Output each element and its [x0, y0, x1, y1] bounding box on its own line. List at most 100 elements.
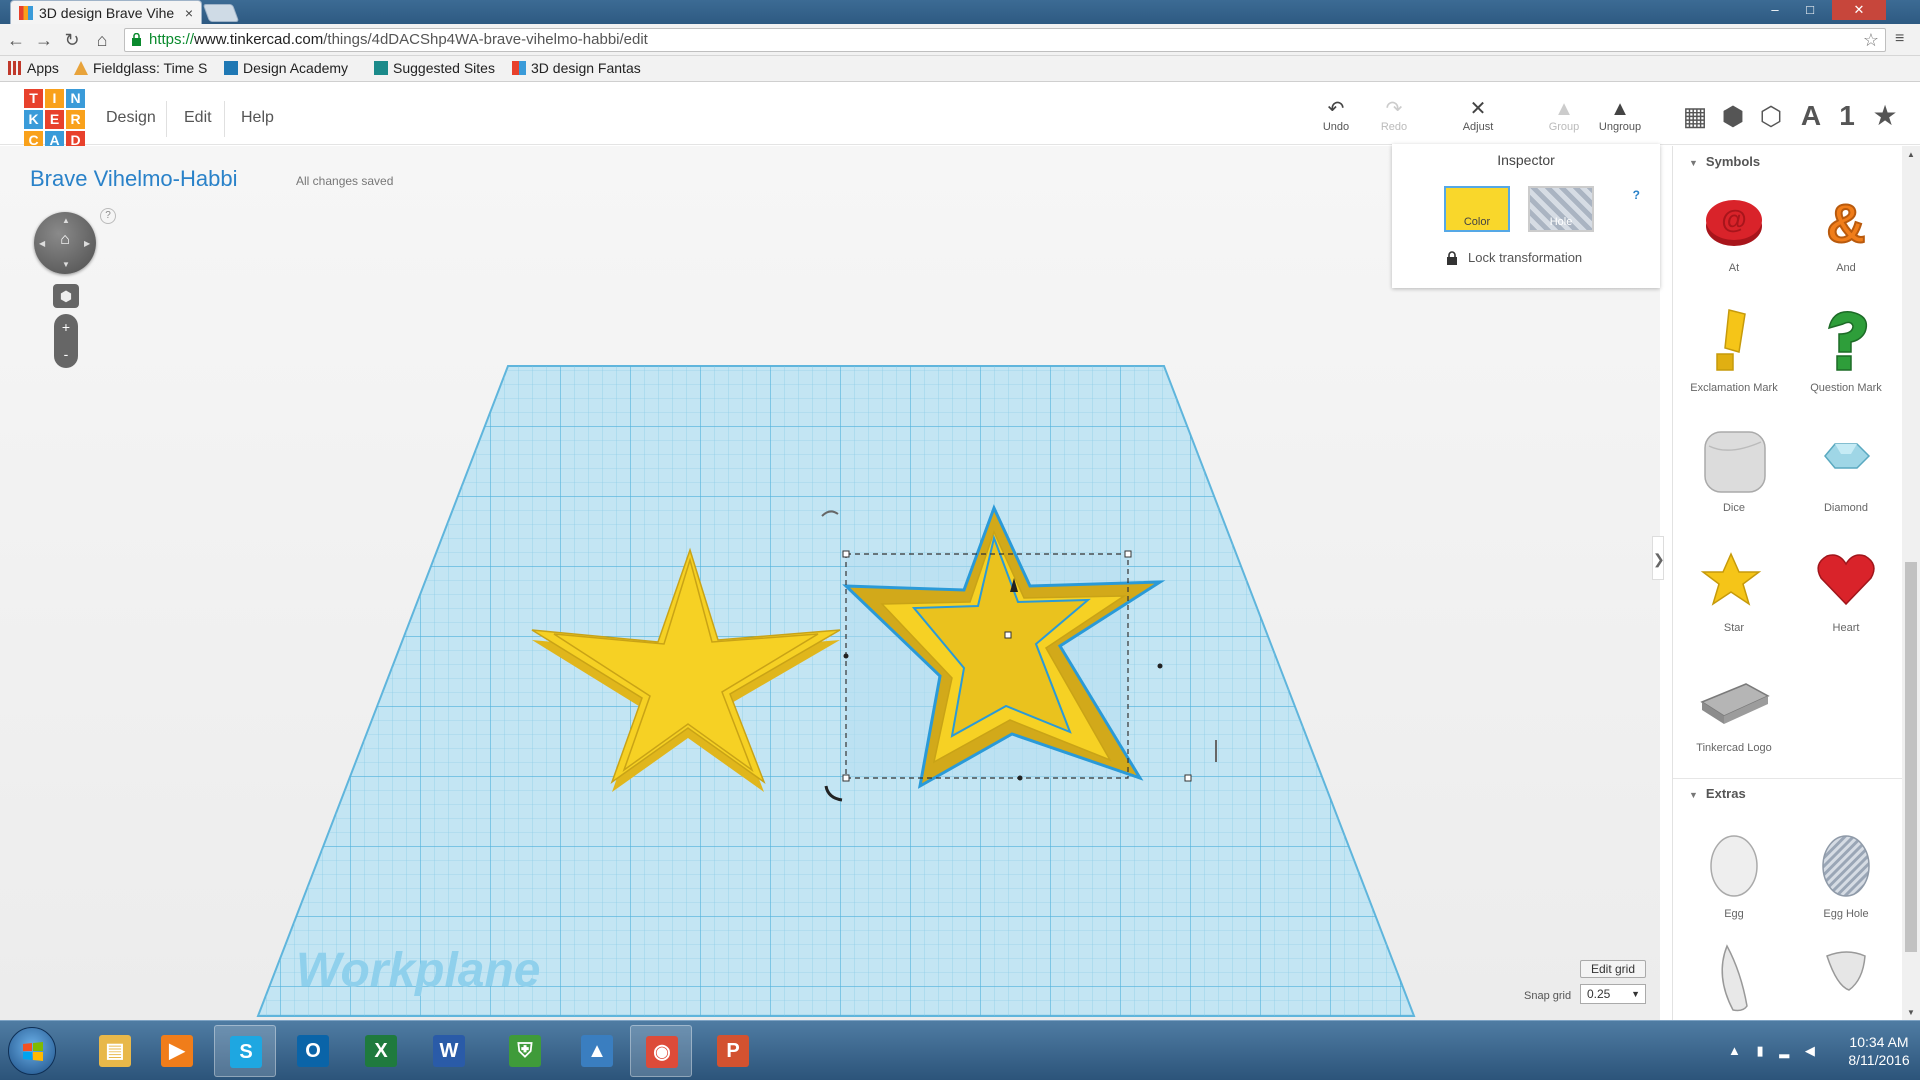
shapes-panel-scrollbar[interactable]: ▲ ▼: [1902, 146, 1920, 1020]
letters-shapes-icon[interactable]: A: [1794, 99, 1828, 133]
shape-cone-cap[interactable]: [1791, 940, 1901, 1022]
menu-edit[interactable]: Edit: [184, 109, 212, 127]
shape-exclamation-mark[interactable]: Exclamation Mark: [1679, 306, 1789, 394]
fit-view-cube-icon[interactable]: ⬢: [53, 284, 79, 308]
start-button[interactable]: [8, 1027, 56, 1075]
ungroup-icon: ▲: [1610, 98, 1630, 120]
shape-label: Exclamation Mark: [1690, 382, 1778, 394]
shape-dice[interactable]: Dice: [1679, 426, 1789, 514]
minimize-button[interactable]: –: [1760, 0, 1790, 20]
shape-and[interactable]: & And: [1791, 186, 1901, 274]
hole-swatch-button[interactable]: Hole: [1528, 186, 1594, 232]
home-icon[interactable]: ⌂: [92, 30, 112, 50]
shape-question-mark[interactable]: Question Mark: [1791, 306, 1901, 394]
windows-logo-icon: [23, 1042, 43, 1061]
bookmark-label: Suggested Sites: [393, 60, 495, 76]
lock-transformation-toggle[interactable]: Lock transformation: [1446, 250, 1582, 265]
tinkercad-logo[interactable]: TINKERCAD: [24, 89, 85, 150]
menu-help[interactable]: Help: [241, 109, 274, 127]
redo-button[interactable]: ↷ Redo: [1364, 97, 1424, 133]
shape-diamond[interactable]: Diamond: [1791, 426, 1901, 514]
maximize-button[interactable]: □: [1795, 0, 1825, 20]
clock[interactable]: 10:34 AM 8/11/2016: [1840, 1033, 1918, 1069]
menu-design[interactable]: Design: [106, 109, 156, 127]
shape-label: Egg Hole: [1823, 908, 1869, 920]
panel-collapse-toggle[interactable]: ❯: [1652, 536, 1665, 580]
skype-icon: S: [230, 1036, 262, 1068]
view-navigation-control[interactable]: ⌂ ▲ ▼ ◀ ▶: [34, 212, 96, 274]
taskbar-excel-button[interactable]: X: [350, 1025, 412, 1077]
numbers-shapes-icon[interactable]: 1: [1830, 99, 1864, 133]
taskbar-file-explorer-button[interactable]: ▤: [84, 1025, 146, 1077]
orbit-right-icon[interactable]: ▶: [84, 239, 90, 248]
new-tab-button[interactable]: [202, 4, 240, 22]
bookmark-apps[interactable]: Apps: [8, 60, 59, 76]
taskbar-chrome-button[interactable]: ◉: [630, 1025, 692, 1077]
tab-close-icon[interactable]: ×: [185, 5, 193, 21]
ungroup-button[interactable]: ▲ Ungroup: [1590, 97, 1650, 133]
symbols-shapes-icon[interactable]: ★: [1868, 99, 1902, 133]
symbols-section-header[interactable]: ▼ Symbols: [1689, 154, 1760, 169]
shape-label: Question Mark: [1810, 382, 1882, 394]
design-title[interactable]: Brave Vihelmo-Habbi: [30, 166, 237, 192]
inspector-help-icon[interactable]: ?: [1633, 188, 1640, 202]
bookmark-design-academy[interactable]: Design Academy: [224, 60, 348, 76]
home-view-icon[interactable]: ⌂: [56, 231, 74, 249]
browser-tab[interactable]: 3D design Brave Vihe ×: [10, 0, 202, 24]
close-window-button[interactable]: ✕: [1832, 0, 1886, 20]
taskbar-media-player-button[interactable]: ▶: [146, 1025, 208, 1077]
shape-egg-hole[interactable]: Egg Hole: [1791, 826, 1901, 920]
color-swatch-button[interactable]: Color: [1444, 186, 1510, 232]
bookmark-star-icon[interactable]: ☆: [1863, 29, 1879, 51]
shape-at[interactable]: @ At: [1679, 186, 1789, 274]
shape-star[interactable]: Star: [1679, 546, 1789, 634]
tinkercad-logo-shape-icon: [1700, 683, 1770, 724]
bookmark-fieldglass[interactable]: Fieldglass: Time S: [74, 60, 207, 76]
orbit-left-icon[interactable]: ◀: [39, 239, 45, 248]
shape-paraboloid[interactable]: [1679, 940, 1789, 1022]
address-bar[interactable]: https://www.tinkercad.com/things/4dDACSh…: [124, 28, 1886, 52]
undo-button[interactable]: ↶ Undo: [1306, 97, 1366, 133]
taskbar-skype-button[interactable]: S: [214, 1025, 276, 1077]
workplane[interactable]: [200, 356, 1460, 1020]
adjust-icon: ✕: [1469, 98, 1487, 120]
wireframe-shapes-icon[interactable]: ⬡: [1754, 99, 1788, 133]
logo-letter: R: [66, 110, 85, 129]
taskbar-outlook-button[interactable]: O: [282, 1025, 344, 1077]
autodesk-icon: ▲: [581, 1035, 613, 1067]
ampersand-icon: &: [1826, 193, 1867, 255]
bookmark-3d-design[interactable]: 3D design Fantas: [512, 60, 641, 76]
bookmark-suggested-sites[interactable]: Suggested Sites: [374, 60, 495, 76]
security-icon: ⛨: [509, 1035, 541, 1067]
taskbar-word-button[interactable]: W: [418, 1025, 480, 1077]
snap-grid-select[interactable]: 0.25 ▼: [1580, 984, 1646, 1004]
taskbar-powerpoint-button[interactable]: P: [702, 1025, 764, 1077]
egg-icon: [1710, 835, 1758, 897]
scroll-down-icon[interactable]: ▼: [1902, 1008, 1920, 1017]
scroll-up-icon[interactable]: ▲: [1902, 150, 1920, 159]
orbit-up-icon[interactable]: ▲: [62, 216, 70, 225]
forward-arrow-icon[interactable]: →: [34, 30, 54, 50]
zoom-out-button[interactable]: -: [54, 341, 78, 368]
orbit-down-icon[interactable]: ▼: [62, 260, 70, 269]
edit-grid-button[interactable]: Edit grid: [1580, 960, 1646, 978]
reload-icon[interactable]: ↻: [62, 30, 82, 50]
file-explorer-icon: ▤: [99, 1035, 131, 1067]
shape-heart[interactable]: Heart: [1791, 546, 1901, 634]
adjust-button[interactable]: ✕ Adjust: [1448, 97, 1508, 133]
grid-view-icon[interactable]: ▦: [1678, 99, 1712, 133]
scroll-thumb[interactable]: [1905, 562, 1917, 952]
group-button[interactable]: ▲ Group: [1534, 97, 1594, 133]
extras-section-header[interactable]: ▼ Extras: [1689, 786, 1746, 801]
navigation-help-icon[interactable]: ?: [100, 208, 116, 224]
shape-tinkercad-logo[interactable]: Tinkercad Logo: [1679, 666, 1789, 754]
group-label: Group: [1548, 121, 1580, 133]
taskbar-autodesk-button[interactable]: ▲: [566, 1025, 628, 1077]
zoom-in-button[interactable]: +: [54, 314, 78, 341]
back-arrow-icon[interactable]: ←: [6, 30, 26, 50]
shape-egg[interactable]: Egg: [1679, 826, 1789, 920]
system-tray-icons[interactable]: ▲ ▮ ▂ ◀: [1728, 1043, 1821, 1059]
box-shapes-icon[interactable]: ⬢: [1716, 99, 1750, 133]
taskbar-security-button[interactable]: ⛨: [494, 1025, 556, 1077]
chrome-menu-icon[interactable]: ≡: [1895, 30, 1904, 48]
